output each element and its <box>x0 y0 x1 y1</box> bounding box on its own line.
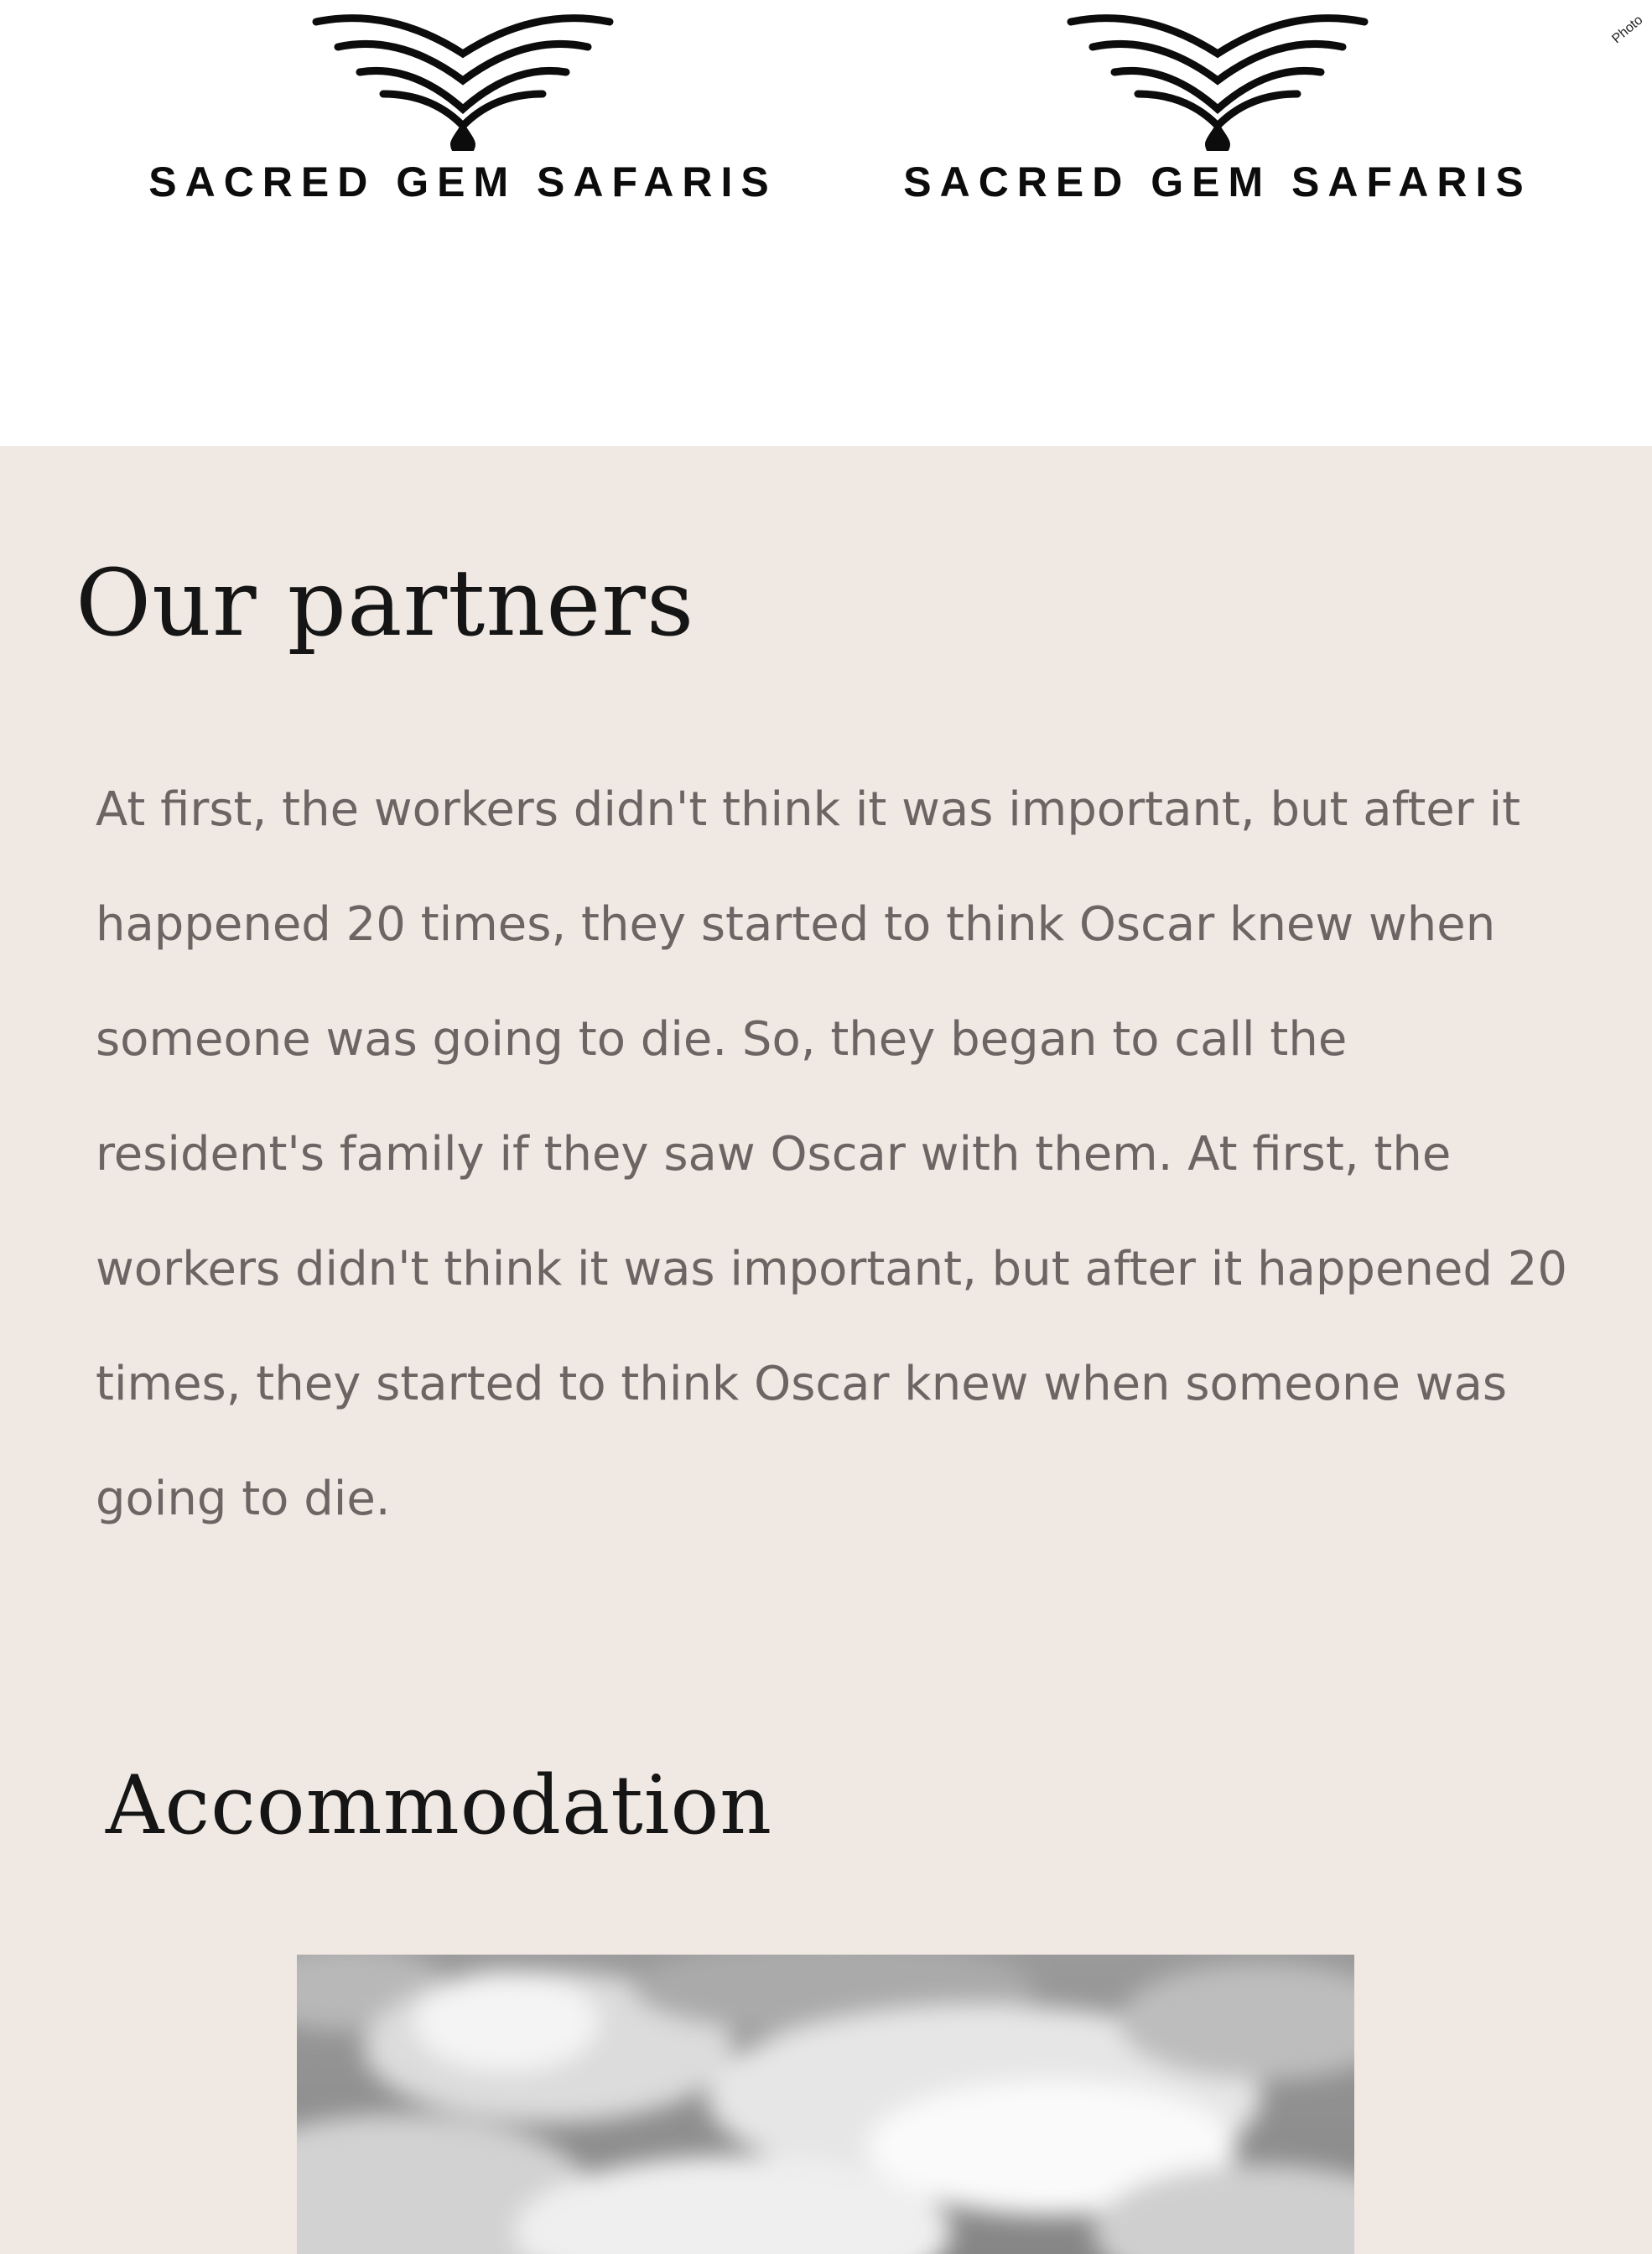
logo-strip: SACRED GEM SAFARIS SACRED GEM SAFARIS Ph… <box>0 0 1652 446</box>
logo-sacred-gem-safaris[interactable]: SACRED GEM SAFARIS <box>840 0 1595 218</box>
wings-drop-logo-icon <box>312 14 614 151</box>
corner-credit: Photo <box>1609 13 1646 47</box>
content-panel: Our partners At first, the workers didn'… <box>0 446 1652 2254</box>
logo-sacred-gem-safaris[interactable]: SACRED GEM SAFARIS <box>86 0 840 218</box>
logo-wordmark: SACRED GEM SAFARIS <box>148 158 777 205</box>
logo-wordmark: SACRED GEM SAFARIS <box>903 158 1532 205</box>
wings-drop-logo-icon <box>1067 14 1369 151</box>
section-heading-partners: Our partners <box>75 549 695 657</box>
cloudy-sky-photo <box>297 1955 1354 2254</box>
partners-body-text: At first, the workers didn't think it wa… <box>96 782 1567 1526</box>
section-heading-accommodation: Accommodation <box>106 1758 773 1852</box>
accommodation-image[interactable] <box>297 1955 1354 2254</box>
